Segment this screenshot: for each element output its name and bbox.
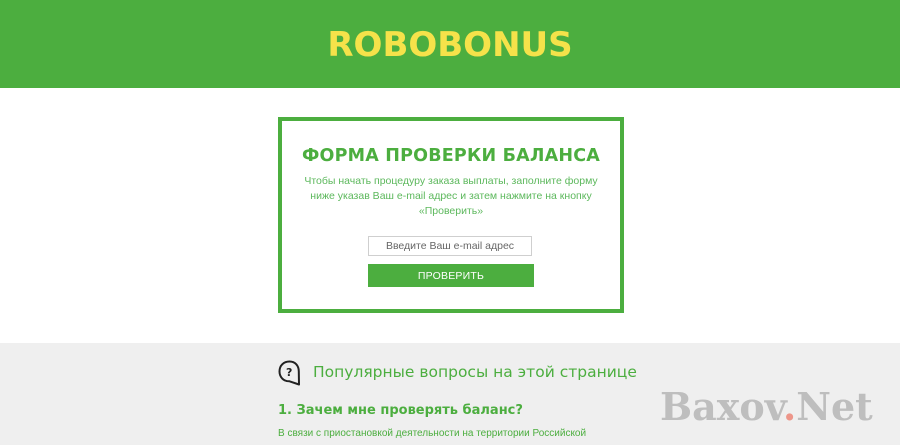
site-logo[interactable]: ROBOBONUS — [327, 25, 572, 65]
watermark: Baxov.Net — [660, 384, 873, 429]
svg-text:?: ? — [286, 366, 292, 379]
form-title: ФОРМА ПРОВЕРКИ БАЛАНСА — [301, 146, 600, 166]
check-button[interactable]: ПРОВЕРИТЬ — [368, 264, 534, 287]
faq-title: Популярные вопросы на этой странице — [313, 363, 637, 381]
form-description: Чтобы начать процедуру заказа выплаты, з… — [304, 175, 598, 217]
watermark-right: Net — [796, 384, 873, 429]
watermark-dot: . — [783, 384, 797, 429]
question-icon: ? — [277, 359, 302, 387]
balance-check-section: ФОРМА ПРОВЕРКИ БАЛАНСА Чтобы начать проц… — [0, 88, 900, 343]
email-input[interactable] — [368, 236, 532, 256]
watermark-left: Baxov — [660, 384, 783, 429]
site-header: ROBOBONUS — [0, 0, 900, 88]
faq-heading: ? Популярные вопросы на этой странице — [277, 359, 637, 387]
faq-answer: В связи с приостановкой деятельности на … — [278, 428, 587, 439]
balance-check-form: ФОРМА ПРОВЕРКИ БАЛАНСА Чтобы начать проц… — [278, 117, 624, 313]
faq-question[interactable]: 1. Зачем мне проверять баланс? — [278, 403, 523, 418]
